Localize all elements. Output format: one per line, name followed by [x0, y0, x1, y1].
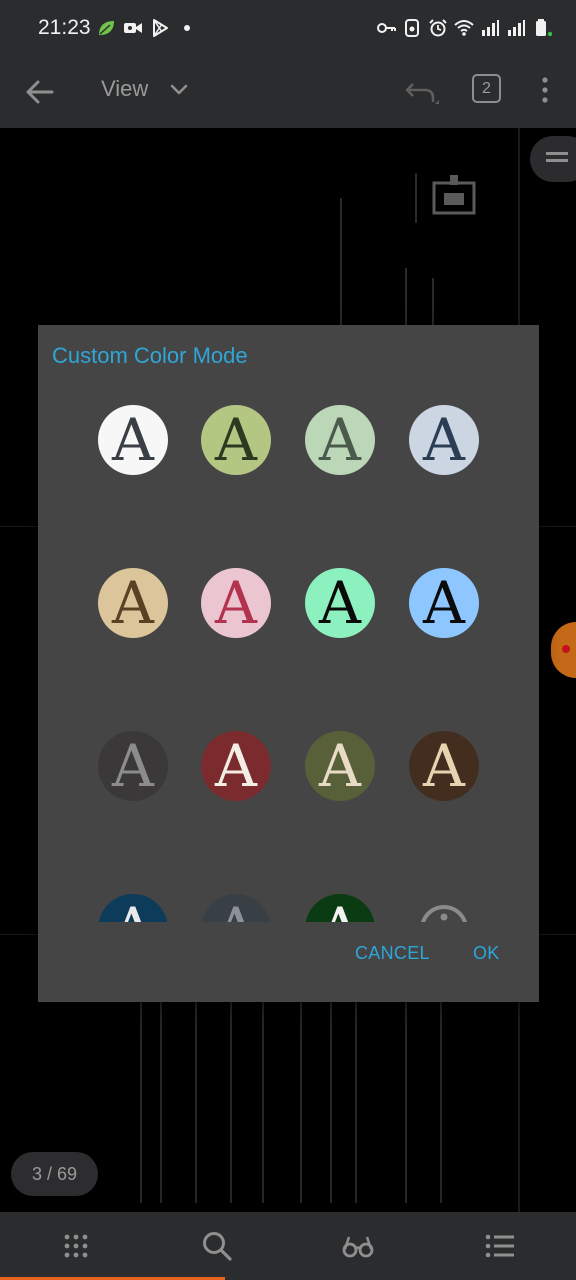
tabs-count-button[interactable]: 2 — [472, 74, 501, 103]
play-store-icon — [153, 19, 168, 37]
swatch-glyph: A — [319, 569, 361, 637]
color-swatch-sage[interactable]: A — [305, 405, 375, 475]
color-swatch-custom[interactable] — [409, 894, 479, 922]
swatch-glyph: A — [319, 406, 361, 474]
document-text-line — [340, 198, 342, 328]
color-swatch-mint[interactable]: A — [305, 568, 375, 638]
status-time: 21:23 — [38, 16, 91, 39]
document-text-line — [415, 173, 417, 223]
document-text-line — [330, 973, 332, 1203]
signal-icon — [508, 20, 525, 36]
add-custom-color-icon[interactable] — [409, 894, 479, 922]
color-swatch-forest[interactable]: A — [305, 894, 375, 922]
document-text-line — [300, 973, 302, 1203]
dialog-title: Custom Color Mode — [52, 343, 248, 368]
color-swatch-sky-blue[interactable]: A — [409, 568, 479, 638]
view-mode-dropdown[interactable]: View — [101, 76, 148, 102]
document-text-line — [262, 973, 264, 1203]
color-swatch-dark-gray[interactable]: A — [98, 731, 168, 801]
menu-icon[interactable] — [546, 150, 568, 168]
swatch-glyph: A — [215, 569, 257, 637]
leaf-icon — [99, 21, 114, 35]
dot-icon — [184, 25, 190, 31]
document-logo-icon — [432, 175, 476, 215]
chevron-down-icon[interactable] — [168, 78, 190, 100]
list-icon[interactable] — [484, 1230, 516, 1262]
search-icon[interactable] — [201, 1230, 233, 1262]
status-left-icons — [96, 18, 197, 38]
color-swatch-grid[interactable]: AAAAAAAAAAAAAAA — [38, 395, 539, 922]
document-text-line — [405, 268, 407, 328]
document-text-line — [230, 973, 232, 1203]
signal-icon — [482, 20, 499, 36]
swatch-glyph: A — [423, 732, 465, 800]
grid-icon[interactable] — [60, 1230, 92, 1262]
document-text-line — [432, 278, 434, 328]
swatch-glyph: A — [423, 406, 465, 474]
glasses-icon[interactable] — [342, 1230, 374, 1262]
document-text-line — [160, 973, 162, 1203]
color-swatch-white[interactable]: A — [98, 405, 168, 475]
swatch-glyph: A — [319, 732, 361, 800]
swatch-glyph: A — [215, 406, 257, 474]
status-bar: 21:23 — [0, 0, 576, 56]
swatch-glyph: A — [423, 569, 465, 637]
document-text-line — [405, 973, 407, 1203]
arrow-left-icon[interactable] — [22, 74, 58, 110]
ok-button[interactable]: OK — [473, 943, 500, 964]
color-swatch-slate[interactable]: A — [201, 894, 271, 922]
document-text-line — [140, 973, 142, 1203]
swatch-glyph: A — [112, 569, 154, 637]
swatch-glyph: A — [201, 894, 271, 922]
swatch-glyph: A — [112, 406, 154, 474]
wallet-icon — [405, 19, 419, 37]
swatch-glyph: A — [98, 894, 168, 922]
more-vert-icon[interactable] — [535, 76, 555, 104]
custom-color-mode-dialog: Custom Color Mode AAAAAAAAAAAAAAA CANCEL… — [38, 325, 539, 1002]
video-icon — [124, 23, 142, 33]
color-swatch-dark-brown[interactable]: A — [409, 731, 479, 801]
swatch-glyph: A — [215, 732, 257, 800]
document-text-line — [195, 973, 197, 1203]
status-right-icons — [376, 18, 552, 38]
color-swatch-olive-green[interactable]: A — [201, 405, 271, 475]
swatch-glyph: A — [305, 894, 375, 922]
document-text-line — [355, 973, 357, 1203]
cancel-button[interactable]: CANCEL — [355, 943, 430, 964]
page-counter: 3 / 69 — [11, 1152, 98, 1196]
document-text-line — [440, 973, 442, 1203]
key-icon — [377, 23, 396, 33]
bottom-bar — [0, 1212, 576, 1280]
color-swatch-dark-olive[interactable]: A — [305, 731, 375, 801]
app-toolbar: View 2 — [0, 56, 576, 128]
undo-icon[interactable] — [403, 72, 441, 110]
color-swatch-maroon[interactable]: A — [201, 731, 271, 801]
wifi-icon — [454, 20, 474, 36]
bubble-dot — [562, 645, 570, 653]
color-swatch-sepia[interactable]: A — [98, 568, 168, 638]
color-swatch-navy[interactable]: A — [98, 894, 168, 922]
alarm-icon — [429, 19, 447, 37]
battery-icon — [536, 19, 552, 37]
color-swatch-light-blue-gray[interactable]: A — [409, 405, 479, 475]
color-swatch-pink[interactable]: A — [201, 568, 271, 638]
swatch-glyph: A — [112, 732, 154, 800]
